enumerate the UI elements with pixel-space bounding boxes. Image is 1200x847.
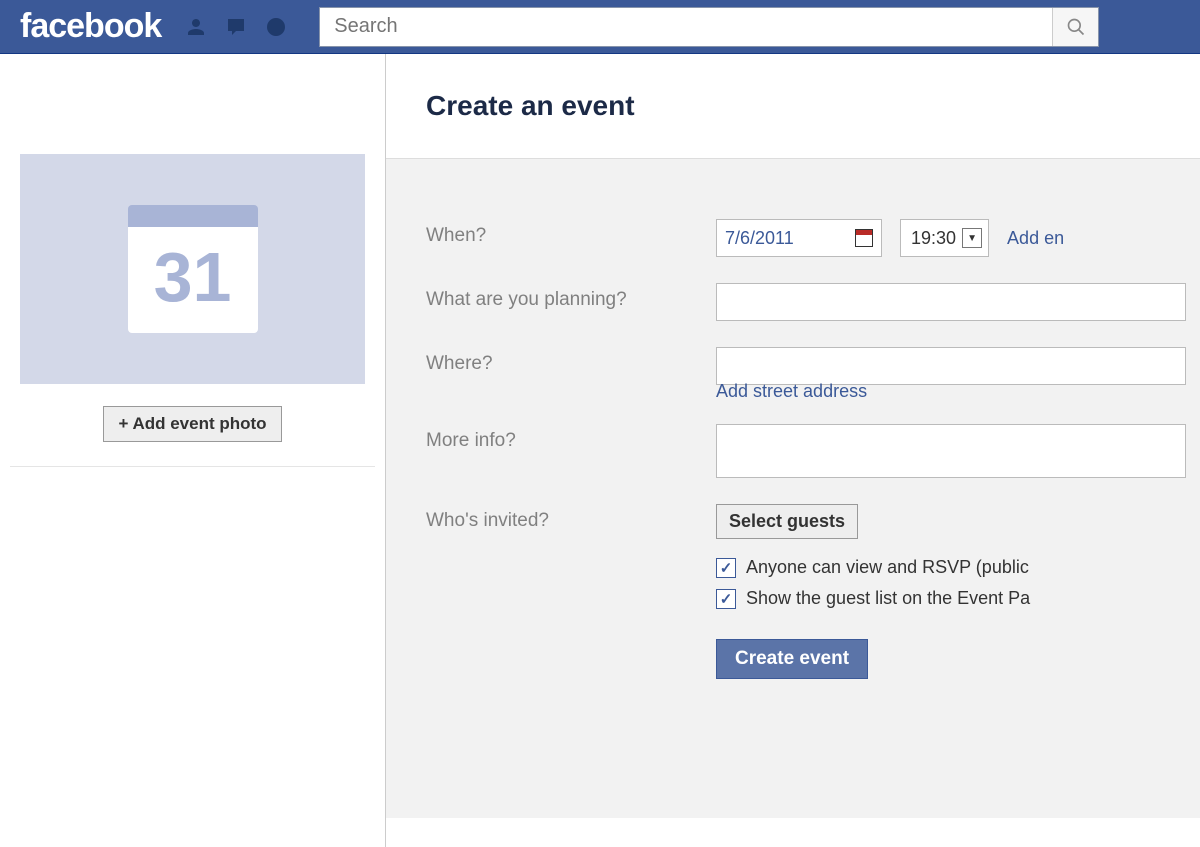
search-input[interactable]	[320, 8, 1052, 46]
calendar-icon: 31	[128, 205, 258, 333]
date-input[interactable]: 7/6/2011	[716, 219, 882, 257]
add-street-address-link[interactable]: Add street address	[716, 381, 867, 401]
public-event-checkbox-label: Anyone can view and RSVP (public	[746, 557, 1029, 578]
messages-icon[interactable]	[223, 14, 249, 40]
show-guest-list-checkbox[interactable]: ✓	[716, 589, 736, 609]
date-value: 7/6/2011	[725, 228, 855, 249]
time-input[interactable]: 19:30 ▼	[900, 219, 989, 257]
more-info-textarea[interactable]	[716, 424, 1186, 478]
main-column: Create an event When? 7/6/2011 19:30 ▼ A…	[386, 54, 1200, 847]
search-box	[319, 7, 1099, 47]
public-event-checkbox[interactable]: ✓	[716, 558, 736, 578]
page-title: Create an event	[386, 54, 1200, 158]
notifications-icon[interactable]	[263, 14, 289, 40]
more-info-label: More info?	[426, 424, 716, 452]
event-photo-placeholder: 31	[20, 154, 365, 384]
add-end-time-link[interactable]: Add en	[1007, 228, 1064, 249]
time-dropdown-icon[interactable]: ▼	[962, 228, 982, 248]
time-value: 19:30	[911, 228, 956, 249]
create-event-form: When? 7/6/2011 19:30 ▼ Add en What are y…	[386, 158, 1200, 818]
select-guests-button[interactable]: Select guests	[716, 504, 858, 539]
create-event-button[interactable]: Create event	[716, 639, 868, 679]
notification-icons	[183, 14, 289, 40]
calendar-picker-icon[interactable]	[855, 229, 873, 247]
where-label: Where?	[426, 347, 716, 375]
event-name-input[interactable]	[716, 283, 1186, 321]
search-button[interactable]	[1052, 8, 1098, 46]
location-input[interactable]	[716, 347, 1186, 385]
add-event-photo-button[interactable]: + Add event photo	[103, 406, 281, 442]
who-invited-label: Who's invited?	[426, 504, 716, 532]
calendar-day-number: 31	[128, 227, 258, 333]
when-label: When?	[426, 219, 716, 247]
what-label: What are you planning?	[426, 283, 716, 311]
friend-requests-icon[interactable]	[183, 14, 209, 40]
facebook-logo[interactable]: facebook	[20, 7, 161, 46]
top-bar: facebook	[0, 0, 1200, 54]
show-guest-list-checkbox-label: Show the guest list on the Event Pa	[746, 588, 1030, 609]
left-column: 31 + Add event photo	[0, 54, 386, 847]
